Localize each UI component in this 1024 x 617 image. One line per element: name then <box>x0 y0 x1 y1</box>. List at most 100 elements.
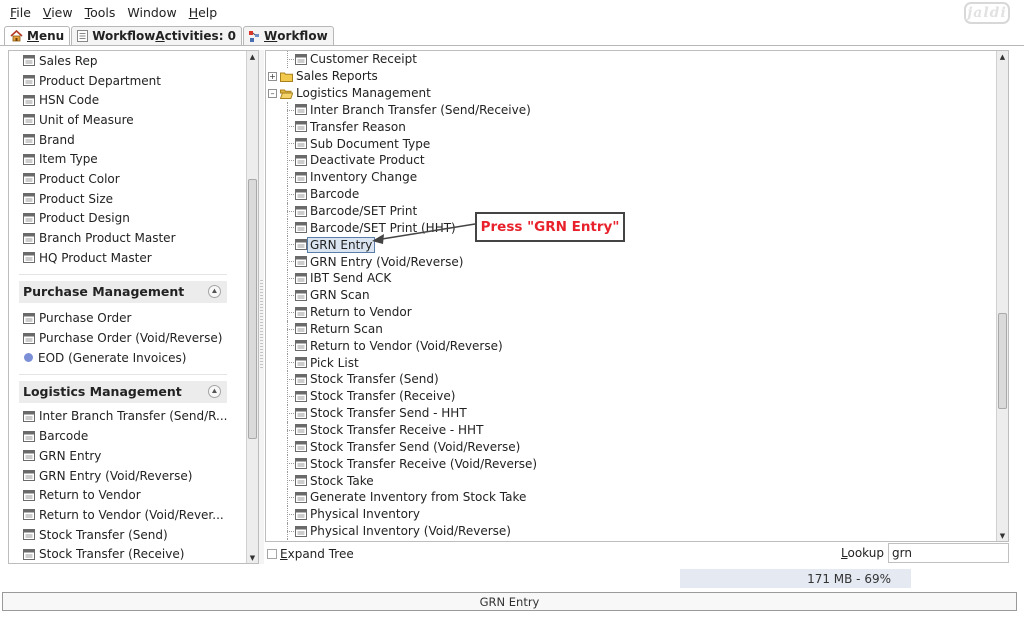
sidebar-item-label: Brand <box>39 132 75 147</box>
sidebar-item[interactable]: Unit of Measure <box>9 110 245 130</box>
sidebar-item[interactable]: HSN Code <box>9 90 245 110</box>
scrollbar-thumb[interactable] <box>248 179 257 439</box>
tree-item[interactable]: Return to Vendor (Void/Reverse) <box>266 337 996 355</box>
sidebar-item-label: Inter Branch Transfer (Send/R... <box>39 409 228 424</box>
tree-item[interactable]: Pick List <box>266 354 996 372</box>
tree-item[interactable]: Stock Take <box>266 472 996 489</box>
tree-item[interactable]: Stock Transfer Receive - HHT <box>266 421 996 439</box>
sidebar-item[interactable]: HQ Product Master <box>9 248 245 268</box>
tree-scrollbar[interactable]: ▲ ▼ <box>996 51 1008 541</box>
tree-folder-sales-reports[interactable]: + Sales Reports <box>266 68 996 85</box>
sidebar-item[interactable]: GRN Entry (Void/Reverse) <box>9 466 245 486</box>
tree-item[interactable]: Physical Inventory <box>266 505 996 523</box>
callout-arrow <box>372 223 476 244</box>
tree-item[interactable]: Barcode/SET Print <box>266 202 996 220</box>
menu-help[interactable]: Help <box>189 5 218 20</box>
tree-item[interactable]: GRN Entry (Void/Reverse) <box>266 253 996 270</box>
tree-item[interactable]: Stock Transfer Receive (Void/Reverse) <box>266 455 996 473</box>
expand-tree-checkbox[interactable] <box>267 548 277 559</box>
tree-folder-logistics-management[interactable]: – Logistics Management <box>266 85 996 102</box>
menu-view[interactable]: View <box>43 5 73 20</box>
document-window-icon <box>295 104 307 116</box>
scrollbar-thumb[interactable] <box>998 313 1007 409</box>
collapse-up-icon[interactable]: ⯅ <box>208 285 221 299</box>
sidebar-item[interactable]: Stock Transfer (Send) <box>9 525 245 545</box>
tree-item[interactable]: Physical Inventory (Void/Reverse) <box>266 522 996 540</box>
expand-plus-icon[interactable]: + <box>268 71 277 81</box>
sidebar-item-label: Barcode <box>39 429 89 444</box>
menu-tools[interactable]: Tools <box>85 5 116 20</box>
tree-item[interactable]: Stock Transfer (Send) <box>266 371 996 388</box>
menu-help-label: elp <box>198 4 218 20</box>
sidebar-item-label: Item Type <box>39 152 98 167</box>
menu-view-key: V <box>42 4 52 20</box>
tree-item[interactable]: GRN Scan <box>266 286 996 304</box>
sidebar-item[interactable]: Return to Vendor <box>9 485 245 505</box>
panel-splitter[interactable] <box>259 50 264 564</box>
sidebar-item[interactable]: Stock Transfer (Receive) <box>9 544 245 563</box>
sidebar-item[interactable]: Product Department <box>9 71 245 91</box>
status-bar: GRN Entry <box>2 592 1017 611</box>
tree-item[interactable]: Stock Transfer Send (Void/Reverse) <box>266 438 996 456</box>
sidebar-item[interactable]: Purchase Order <box>9 309 245 329</box>
document-window-icon <box>295 525 307 537</box>
tab-menu[interactable]: Menu <box>4 26 71 45</box>
tree-item-label: Inventory Change <box>310 170 418 185</box>
scroll-up-icon[interactable]: ▲ <box>997 51 1008 62</box>
memory-indicator[interactable]: 171 MB - 69% <box>680 569 911 588</box>
scroll-down-icon[interactable]: ▼ <box>247 552 258 563</box>
tree-item[interactable]: Inter Branch Transfer (Send/Receive) <box>266 101 996 119</box>
tree-guide-line <box>287 320 288 338</box>
sidebar-item[interactable]: Item Type <box>9 149 245 169</box>
tree-item[interactable]: Stock Transfer (Receive) <box>266 387 996 405</box>
tree-item[interactable]: Return Scan <box>266 320 996 338</box>
purchase-management-header[interactable]: Purchase Management ⯅ <box>19 280 227 303</box>
menu-view-label: iew <box>51 4 73 20</box>
tree-item[interactable]: Generate Inventory from Stock Take <box>266 488 996 506</box>
sidebar-item[interactable]: Branch Product Master <box>9 228 245 248</box>
tree-item[interactable]: Transfer Reason <box>266 118 996 136</box>
sidebar-item[interactable]: Inter Branch Transfer (Send/R... <box>9 407 245 427</box>
document-window-icon <box>23 548 35 560</box>
sidebar-scrollbar[interactable]: ▲ ▼ <box>246 51 258 563</box>
eod-icon <box>24 353 33 363</box>
tree-guide-line <box>287 168 288 186</box>
tab-workflow[interactable]: Workflow <box>243 26 334 45</box>
scroll-up-icon[interactable]: ▲ <box>247 51 258 62</box>
tree-item[interactable]: IBT Send ACK <box>266 269 996 287</box>
logistics-management-header[interactable]: Logistics Management ⯅ <box>19 380 227 403</box>
sidebar-item[interactable]: Brand <box>9 130 245 150</box>
menu-file[interactable]: File <box>10 5 31 20</box>
collapse-minus-icon[interactable]: – <box>268 88 277 98</box>
document-window-icon <box>295 256 307 268</box>
expand-tree-key: E <box>280 546 288 561</box>
sidebar-item[interactable]: GRN Entry <box>9 446 245 466</box>
sidebar-item[interactable]: Product Color <box>9 169 245 189</box>
collapse-up-icon[interactable]: ⯅ <box>208 385 221 399</box>
sidebar-item[interactable]: Product Design <box>9 209 245 229</box>
document-window-icon <box>295 222 307 234</box>
tree-item[interactable]: Inventory Change for Product Attribute <box>266 539 996 541</box>
expand-tree-label[interactable]: Expand Tree <box>280 547 354 561</box>
tree-item[interactable]: Sub Document Type <box>266 135 996 153</box>
tree-guide-line <box>287 505 288 523</box>
tab-workflow-activities[interactable]: Workflow Activities: 0 <box>71 26 243 45</box>
sidebar-item[interactable]: Product Size <box>9 189 245 209</box>
tree-item[interactable]: Deactivate Product <box>266 152 996 169</box>
sidebar-item[interactable]: Sales Rep <box>9 51 245 71</box>
sidebar-item[interactable]: Barcode <box>9 426 245 446</box>
scroll-down-icon[interactable]: ▼ <box>997 530 1008 541</box>
sidebar-item[interactable]: Purchase Order (Void/Reverse) <box>9 328 245 348</box>
folder-icon <box>280 72 293 82</box>
lookup-input[interactable] <box>888 543 1009 563</box>
tree-item[interactable]: Stock Transfer Send - HHT <box>266 404 996 422</box>
tree-item-customer-receipt[interactable]: Customer Receipt <box>266 51 996 68</box>
tree-guide-line <box>287 371 288 388</box>
tree-item[interactable]: Inventory Change <box>266 168 996 186</box>
sidebar-item[interactable]: Return to Vendor (Void/Rever... <box>9 505 245 525</box>
sidebar-item-eod[interactable]: EOD (Generate Invoices) <box>9 348 245 368</box>
tree-item[interactable]: Barcode <box>266 185 996 203</box>
tree-item-label: Stock Transfer Send (Void/Reverse) <box>310 439 521 454</box>
tree-item[interactable]: Return to Vendor <box>266 303 996 321</box>
menu-window[interactable]: Window <box>127 5 176 20</box>
